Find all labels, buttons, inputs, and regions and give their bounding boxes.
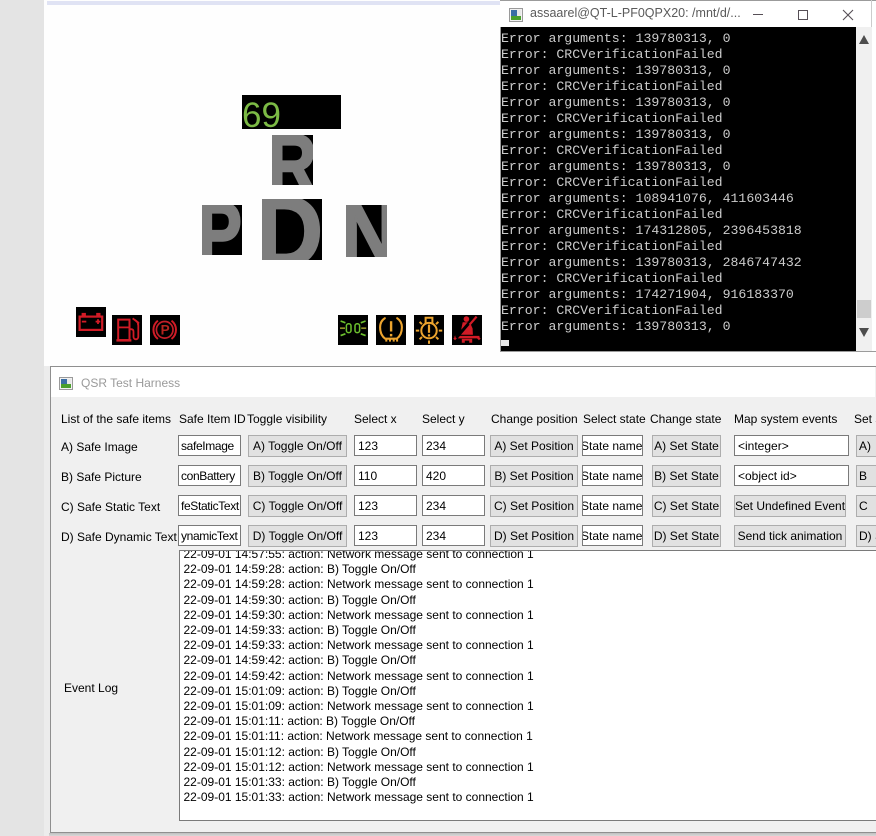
- svg-text:P: P: [161, 323, 170, 338]
